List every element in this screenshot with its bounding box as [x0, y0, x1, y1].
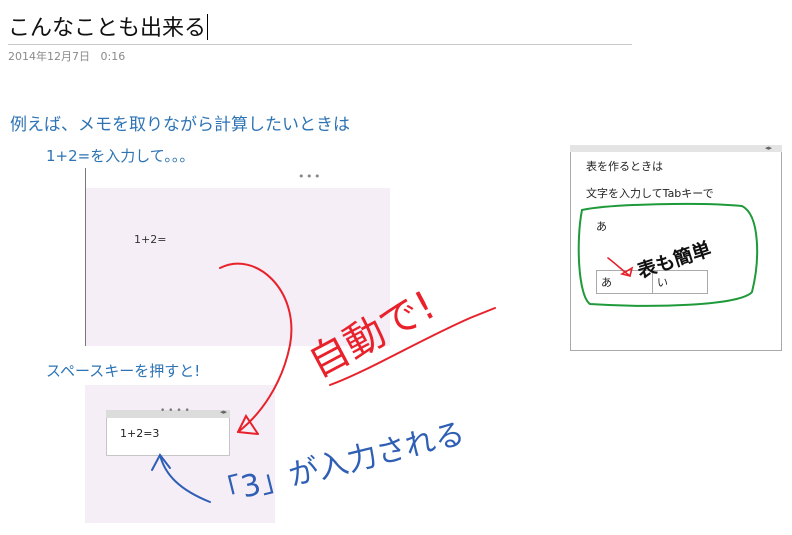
red-ink-arrow — [219, 262, 293, 433]
blue-ink-text: 「3」が入力される — [208, 416, 468, 513]
red-ink-arrowhead — [237, 414, 259, 435]
blue-ink-arrowhead — [151, 453, 171, 471]
black-ink-text: 表も簡単 — [634, 237, 713, 282]
table-red-arrowhead — [619, 266, 634, 277]
red-ink-text: 自動で! — [301, 282, 443, 386]
blue-ink-arrow — [159, 454, 211, 503]
ink-annotations: 自動で! 「3」が入力される 表も簡単 — [151, 202, 759, 513]
table-red-arrow — [607, 257, 631, 277]
